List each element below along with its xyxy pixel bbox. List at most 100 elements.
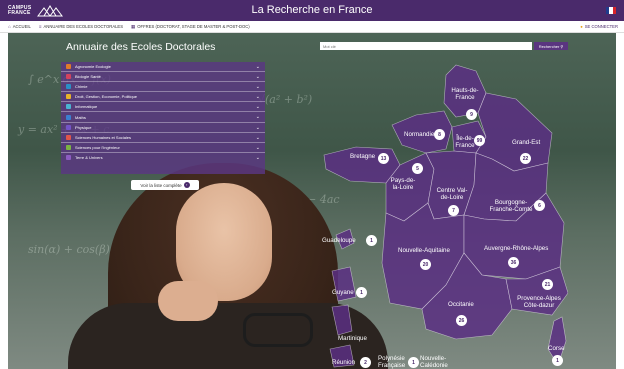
- domain-item[interactable]: Informatique ⌄: [61, 102, 265, 113]
- region-hauts-de-france[interactable]: Hauts-de-France: [448, 87, 482, 101]
- region-paca[interactable]: Provence-Alpes Côte-dazur: [516, 295, 562, 309]
- site-title: La Recherche en France: [251, 4, 373, 16]
- glasses-icon: [243, 313, 313, 347]
- island-shape-martinique: [331, 304, 353, 336]
- domain-label: Physique: [75, 124, 92, 130]
- region-count-badge[interactable]: 7: [448, 205, 459, 216]
- domain-label: Maths: [75, 114, 86, 120]
- region-count-badge[interactable]: 1: [408, 357, 419, 368]
- region-count-badge[interactable]: 13: [378, 153, 389, 164]
- computer-icon: [66, 104, 71, 110]
- region-count-badge[interactable]: 1: [552, 355, 563, 366]
- overseas-label: Martinique: [338, 335, 367, 342]
- gavel-icon: [66, 94, 71, 100]
- arrow-right-icon: ›: [183, 182, 190, 188]
- leaf-icon: [66, 64, 71, 70]
- region-nouvelle-aquitaine[interactable]: Nouvelle-Aquitaine: [398, 247, 450, 254]
- overseas-guyane[interactable]: Guyane: [332, 289, 354, 296]
- overseas-nouvelle-caledonie[interactable]: Nouvelle-Calédonie: [420, 355, 454, 369]
- chevron-down-icon: ⌄: [255, 104, 260, 111]
- login-link[interactable]: ● SE CONNECTER: [580, 24, 618, 29]
- region-corse[interactable]: Corse: [548, 345, 565, 352]
- flask-icon: [66, 84, 71, 90]
- region-normandie[interactable]: Normandie: [404, 131, 434, 138]
- region-bourgogne[interactable]: Bourgogne-Franche-Comté: [488, 199, 534, 213]
- main-nav: ⌂ ACCUEIL ≡ ANNUAIRE DES ECOLES DOCTORAL…: [0, 21, 624, 33]
- hero-banner: ∫ e^x dx = f(x) y = ax² + bx + c √(a² + …: [8, 33, 616, 369]
- region-count-badge[interactable]: 36: [508, 257, 519, 268]
- region-label: Pays-de-la-Loire: [390, 177, 416, 191]
- grid-icon: ▦: [131, 23, 136, 29]
- login-label: SE CONNECTER: [584, 24, 618, 29]
- region-count-badge[interactable]: 22: [520, 153, 531, 164]
- domain-item[interactable]: Sciences pour l'Ingénieur ⌄: [61, 143, 265, 153]
- domain-item[interactable]: Chimie ⌄: [61, 82, 265, 93]
- domain-label: Terre & Univers: [75, 155, 103, 161]
- region-label: Bretagne: [350, 153, 376, 160]
- region-count-badge[interactable]: 5: [412, 163, 423, 174]
- domain-item[interactable]: Agronomie Ecologie ⌄: [61, 62, 265, 73]
- page: CAMPUS FRANCE La Recherche en France ⌂ A…: [0, 0, 624, 369]
- region-count-badge[interactable]: 2: [360, 357, 371, 368]
- domain-item[interactable]: Terre & Univers ⌄: [61, 153, 265, 163]
- france-map: Hauts-de-France 9 Normandie 8 Île-de-Fra…: [316, 53, 568, 369]
- nav-item-offres[interactable]: ▦ OFFRES (DOCTORAT, STAGE DE MASTER & PO…: [131, 24, 250, 30]
- region-label: Occitanie: [448, 301, 474, 308]
- region-count-badge[interactable]: 21: [542, 279, 553, 290]
- region-count-badge[interactable]: 6: [534, 200, 545, 211]
- region-count-badge[interactable]: 1: [366, 235, 377, 246]
- region-count-badge[interactable]: 20: [420, 259, 431, 270]
- region-centre[interactable]: Centre Val-de-Loire: [434, 187, 470, 201]
- overseas-martinique[interactable]: Martinique: [338, 335, 367, 342]
- region-label: Centre Val-de-Loire: [436, 187, 468, 201]
- region-count-badge[interactable]: 1: [356, 287, 367, 298]
- region-count-badge[interactable]: 99: [474, 135, 485, 146]
- domain-item[interactable]: Sciences Humaines et Sociales ⌄: [61, 133, 265, 143]
- chevron-down-icon: ⌄: [255, 94, 260, 101]
- chevron-down-icon: ⌄: [255, 74, 260, 81]
- user-icon: ●: [580, 24, 583, 29]
- region-label: Auvergne-Rhône-Alpes: [484, 245, 549, 252]
- overseas-guadeloupe[interactable]: Guadeloupe: [322, 237, 356, 244]
- region-count-badge[interactable]: 26: [456, 315, 467, 326]
- search-input[interactable]: [320, 42, 532, 50]
- nav-item-label: OFFRES (DOCTORAT, STAGE DE MASTER & POST…: [137, 24, 250, 29]
- domain-item[interactable]: Biologie Santé ⌄: [61, 72, 265, 83]
- gear-icon: [66, 144, 71, 150]
- region-count-badge[interactable]: 9: [466, 109, 477, 120]
- region-count-badge[interactable]: 8: [434, 129, 445, 140]
- nav-item-accueil[interactable]: ⌂ ACCUEIL: [8, 24, 31, 29]
- region-label: Grand-Est: [512, 139, 541, 146]
- chevron-down-icon: ⌄: [255, 84, 260, 91]
- region-pays-de-la-loire[interactable]: Pays-de-la-Loire: [388, 177, 418, 191]
- overseas-reunion[interactable]: Réunion: [332, 359, 355, 366]
- domain-item[interactable]: Physique ⌄: [61, 123, 265, 133]
- region-grand-est[interactable]: Grand-Est: [512, 139, 540, 146]
- domain-label: Agronomie Ecologie: [75, 64, 111, 70]
- domain-item[interactable]: Maths ⌄: [61, 112, 265, 123]
- domain-label: Sciences pour l'Ingénieur: [75, 144, 120, 150]
- region-auvergne[interactable]: Auvergne-Rhône-Alpes: [484, 245, 548, 252]
- atom-icon: [66, 124, 71, 130]
- region-label: Île-de-France: [455, 135, 475, 149]
- search-button[interactable]: Rechercher ⚲: [534, 42, 568, 50]
- search-icon: ⚲: [560, 43, 564, 49]
- region-bretagne[interactable]: Bretagne: [350, 153, 375, 160]
- domain-item[interactable]: Droit, Gestion, Economie, Politique ⌄: [61, 92, 265, 103]
- chevron-down-icon: ⌄: [255, 144, 260, 151]
- domain-label: Sciences Humaines et Sociales: [75, 134, 132, 140]
- nav-item-annuaire[interactable]: ≡ ANNUAIRE DES ECOLES DOCTORALES: [39, 24, 123, 29]
- top-bar: CAMPUS FRANCE La Recherche en France: [0, 0, 624, 21]
- overseas-polynesie[interactable]: Polynésie Française: [378, 355, 410, 369]
- domain-label: Biologie Santé: [75, 74, 101, 80]
- chevron-down-icon: ⌄: [255, 64, 260, 70]
- region-ile-de-france[interactable]: Île-de-France: [454, 135, 476, 149]
- see-full-list-button[interactable]: Voir la liste complète ›: [131, 180, 199, 190]
- chalk-scribble: √(a² + b²): [258, 93, 313, 106]
- domain-label: Droit, Gestion, Economie, Politique: [75, 94, 138, 100]
- language-flag-icon[interactable]: [606, 7, 616, 14]
- page-title: Annuaire des Ecoles Doctorales: [66, 41, 216, 53]
- people-icon: [66, 134, 71, 140]
- chalk-scribble: sin(α) + cos(β): [28, 243, 110, 256]
- region-occitanie[interactable]: Occitanie: [448, 301, 474, 308]
